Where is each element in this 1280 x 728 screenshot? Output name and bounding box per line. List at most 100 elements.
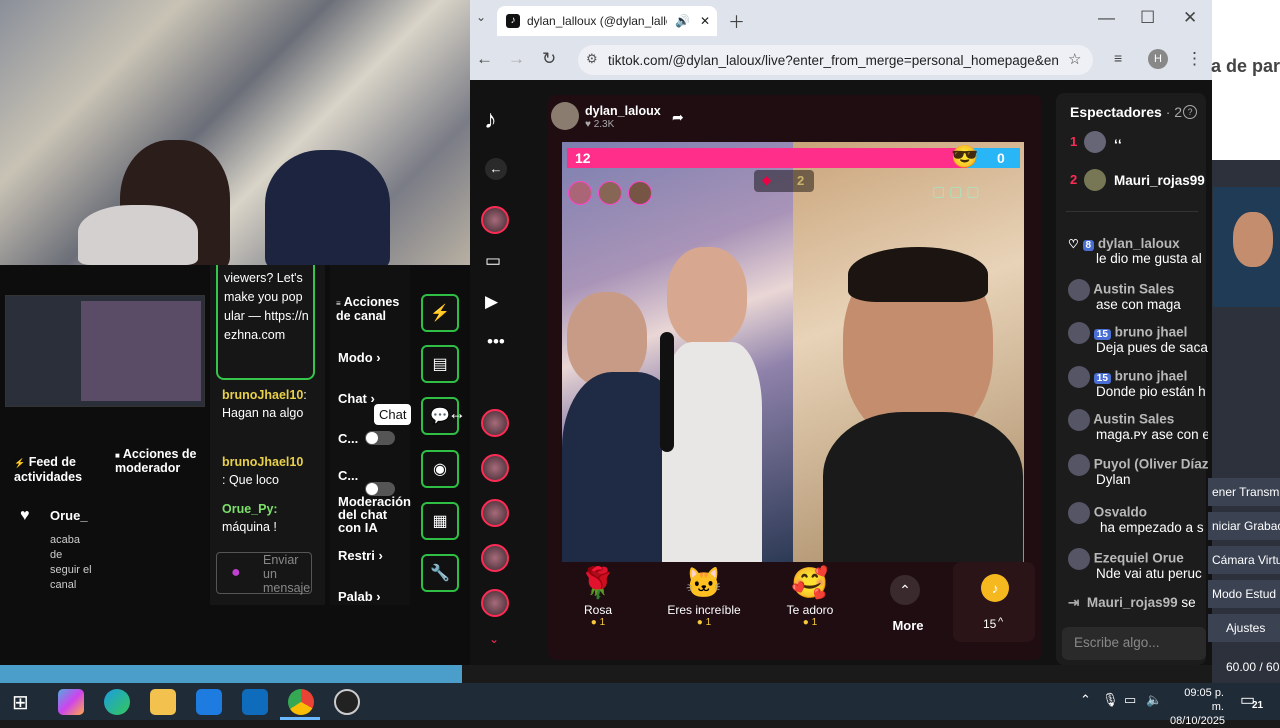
profile-avatar[interactable]: H: [1148, 49, 1168, 69]
network-icon[interactable]: ▭: [1124, 692, 1136, 708]
gift-te-adoro[interactable]: 🥰 Te adoro ● 1: [770, 565, 850, 628]
live-avatar[interactable]: [481, 454, 509, 482]
site-info-icon[interactable]: ⚙: [586, 51, 598, 67]
video-camera-icon[interactable]: ▭: [485, 251, 501, 271]
more-dots-icon[interactable]: •••: [487, 332, 505, 352]
help-icon[interactable]: ?: [1183, 105, 1197, 119]
address-bar[interactable]: ⚙ tiktok.com/@dylan_laloux/live?enter_fr…: [578, 45, 1093, 75]
store-icon[interactable]: [196, 689, 222, 715]
wrench-icon[interactable]: 🔧: [421, 554, 459, 592]
battle-video: [562, 142, 1024, 562]
windows-start-icon[interactable]: ⊞: [12, 690, 29, 715]
viewer-name[interactable]: Mauri_rojas99: [1114, 173, 1205, 188]
viewer-name[interactable]: ʻʻ: [1114, 136, 1122, 152]
live-avatar[interactable]: [481, 409, 509, 437]
score-right: 0: [997, 150, 1005, 166]
speaker-icon[interactable]: 🔊: [675, 14, 690, 28]
gift-eres-increible[interactable]: 🐱 Eres increíble ● 1: [664, 565, 744, 628]
copilot-icon[interactable]: [58, 689, 84, 715]
bookmark-star-icon[interactable]: ☆: [1068, 50, 1081, 68]
restrictions-menu[interactable]: Restri ›: [338, 548, 383, 563]
play-circle-icon[interactable]: ▶: [485, 292, 498, 312]
comment-item[interactable]: Austin Sales maga.ᴘʏ ase con e: [1068, 409, 1208, 442]
edge-icon[interactable]: [104, 689, 130, 715]
supporter-avatar[interactable]: [628, 181, 652, 205]
divider: [1066, 211, 1198, 212]
live-avatar[interactable]: [481, 544, 509, 572]
supporter-avatar[interactable]: [568, 181, 592, 205]
rose-icon: 🌹: [579, 567, 617, 600]
chat-message: brunoJhael10: Hagan na algo: [222, 388, 307, 420]
host-name[interactable]: dylan_laloux: [585, 104, 661, 118]
media-control-icon[interactable]: ≡: [1114, 50, 1122, 66]
reload-icon[interactable]: ↻: [542, 49, 556, 69]
file-explorer-icon[interactable]: [150, 689, 176, 715]
comment-item[interactable]: 15 bruno jhael Donde pio están h: [1068, 366, 1208, 399]
close-window-icon[interactable]: ✕: [1183, 8, 1197, 28]
obs-icon[interactable]: [334, 689, 360, 715]
words-menu[interactable]: Palab ›: [338, 589, 381, 604]
microphone-tray-icon[interactable]: 🎙: [1102, 692, 1119, 708]
new-tab-icon[interactable]: ＋: [728, 8, 745, 33]
supporter-avatar[interactable]: [598, 181, 622, 205]
feed-text: acaba de seguir el canal: [50, 534, 92, 591]
webcam-preview: [0, 0, 470, 265]
start-stream-button[interactable]: ener Transm: [1208, 478, 1280, 506]
join-notice: ⇥ Mauri_rojas99 se: [1068, 595, 1196, 610]
heart-outline-icon: ♡: [1068, 237, 1079, 251]
start-recording-button[interactable]: niciar Grabac: [1208, 512, 1280, 540]
viewer-avatar[interactable]: [1084, 131, 1106, 153]
nav-avatar[interactable]: [481, 206, 509, 234]
comment-item[interactable]: Austin Sales ase con maga: [1068, 279, 1208, 312]
comment-item[interactable]: Puyol (Oliver Díaz Dylan: [1068, 454, 1208, 487]
back-arrow-icon[interactable]: ←: [485, 158, 507, 180]
microphone-icon[interactable]: ●: [231, 564, 241, 582]
volume-icon[interactable]: 🔈: [1146, 692, 1162, 708]
host-avatar[interactable]: [551, 102, 579, 130]
ai-moderation-menu[interactable]: Moderación del chat con IA: [338, 495, 413, 534]
comment-input[interactable]: Escribe algo...: [1062, 627, 1206, 660]
toggle-switch-1[interactable]: [365, 431, 395, 445]
hug-face-icon: 🥰: [791, 567, 829, 600]
layout-icon[interactable]: ▦: [421, 502, 459, 540]
tab-search-icon[interactable]: ⌄: [476, 10, 486, 24]
comment-item[interactable]: 15 bruno jhael Deja pues de saca: [1068, 322, 1208, 355]
live-avatar[interactable]: [481, 589, 509, 617]
resize-cursor-icon: ↔: [448, 403, 466, 423]
lightning-icon[interactable]: ⚡: [421, 294, 459, 332]
studio-mode-button[interactable]: Modo Estud: [1208, 580, 1280, 608]
send-message-input[interactable]: ● Enviar un mensaje: [216, 552, 312, 595]
chat-menu[interactable]: Chat ›: [338, 391, 375, 406]
channel-actions-title: ≡ Acciones de canal: [336, 295, 400, 323]
tiktok-logo-icon[interactable]: ♪: [484, 104, 497, 135]
settings-button[interactable]: Ajustes: [1208, 614, 1280, 642]
modo-menu[interactable]: Modo ›: [338, 350, 381, 365]
gift-rosa[interactable]: 🌹 Rosa ● 1: [558, 565, 638, 628]
maximize-icon[interactable]: ☐: [1140, 8, 1155, 28]
back-icon[interactable]: ←: [476, 49, 493, 69]
document-icon[interactable]: ▤: [421, 345, 459, 383]
tab-close-icon[interactable]: ✕: [700, 14, 710, 28]
minimize-icon[interactable]: —: [1098, 8, 1115, 28]
round-indicator: ◆ 2: [754, 170, 814, 192]
comment-item[interactable]: Ezequiel Orue Nde vai atu peruc: [1068, 548, 1208, 581]
tray-chevron-icon[interactable]: ⌃: [1080, 692, 1091, 708]
comment-item[interactable]: Osvaldo ha empezado a s: [1068, 502, 1208, 535]
viewer-avatar[interactable]: [1084, 169, 1106, 191]
chrome-icon[interactable]: [288, 689, 314, 715]
live-avatar[interactable]: [481, 499, 509, 527]
comment-item[interactable]: ♡ 8 dylan_laloux le dio me gusta al: [1068, 236, 1208, 266]
chat-message: Orue_Py: máquina !: [222, 502, 278, 534]
scroll-down-icon[interactable]: ⌄: [489, 632, 499, 646]
virtual-camera-button[interactable]: Cámara Virtu: [1208, 546, 1280, 574]
forward-icon[interactable]: →: [508, 49, 525, 69]
share-icon[interactable]: ➦: [672, 109, 684, 126]
broadcast-icon[interactable]: ◉: [421, 450, 459, 488]
coins-panel[interactable]: ♪ 15 ^: [953, 562, 1035, 642]
clock[interactable]: 09:05 p. m. 08/10/2025: [1170, 686, 1225, 728]
notification-count: 21: [1252, 700, 1264, 711]
menu-kebab-icon[interactable]: ⋮: [1186, 49, 1203, 69]
outlook-icon[interactable]: [242, 689, 268, 715]
browser-tab[interactable]: ♪ dylan_lalloux (@dylan_lalloux) 🔊 ✕: [497, 6, 717, 36]
viewers-title: Espectadores · 2: [1070, 104, 1183, 120]
